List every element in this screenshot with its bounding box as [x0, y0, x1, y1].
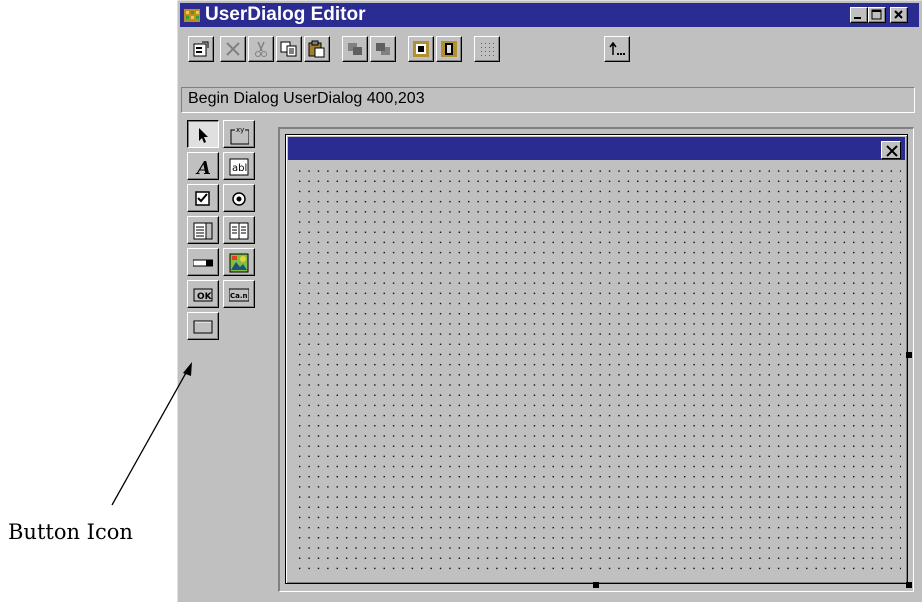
- arrow-pointer-icon: [199, 128, 208, 143]
- properties-icon: [193, 41, 209, 57]
- resize-handle-bottom[interactable]: [593, 582, 599, 588]
- pushbutton-tool[interactable]: [187, 312, 219, 340]
- grid-button[interactable]: [474, 36, 500, 62]
- groupbox-label: xy: [236, 126, 244, 134]
- send-to-back-button[interactable]: [370, 36, 396, 62]
- dropdown-tool[interactable]: [187, 248, 219, 276]
- groupbox-tool[interactable]: xy: [223, 120, 255, 148]
- cancel-tool-label: Ca.n: [230, 292, 248, 300]
- dialog-grid[interactable]: [292, 163, 901, 577]
- combobox-tool[interactable]: [223, 216, 255, 244]
- close-icon: [894, 10, 903, 19]
- text-tool-label: A: [195, 158, 211, 177]
- text-a-icon: A: [195, 158, 211, 177]
- picture-tool[interactable]: [223, 248, 255, 276]
- return-button[interactable]: [604, 36, 630, 62]
- bring-to-front-button[interactable]: [342, 36, 368, 62]
- cut-button[interactable]: [248, 36, 274, 62]
- resize-handle-corner[interactable]: [906, 582, 912, 588]
- listbox-tool[interactable]: [187, 216, 219, 244]
- dropdown-list-icon: [229, 222, 249, 240]
- paste-button[interactable]: [304, 36, 330, 62]
- dialog-title-bar[interactable]: [288, 137, 905, 160]
- send-to-back-icon: [376, 43, 390, 55]
- dialog-close-button[interactable]: [881, 141, 901, 159]
- copy-button[interactable]: [276, 36, 302, 62]
- maximize-button[interactable]: [868, 7, 886, 23]
- paste-icon: [308, 40, 325, 58]
- statement-text: Begin Dialog UserDialog 400,203: [188, 90, 425, 107]
- toolbox: xy A abl OK Ca.n: [187, 120, 267, 360]
- push-button-icon: [193, 320, 213, 334]
- toolbar: [180, 32, 919, 64]
- resize-handle-right[interactable]: [906, 352, 912, 358]
- radio-icon: [232, 192, 246, 206]
- bring-to-front-icon: [348, 43, 362, 55]
- copy-icon: [280, 41, 297, 57]
- grid-icon: [481, 43, 494, 56]
- checkbox-icon: [195, 191, 210, 206]
- cancelbutton-tool[interactable]: Ca.n: [223, 280, 255, 308]
- title-bar[interactable]: UserDialog Editor: [180, 3, 919, 27]
- delete-x-icon: [226, 42, 240, 56]
- textbox-tool-label: abl: [232, 163, 247, 174]
- window-title: UserDialog Editor: [205, 4, 366, 25]
- optionbutton-tool[interactable]: [223, 184, 255, 212]
- align-button[interactable]: [436, 36, 462, 62]
- listbox-icon: [193, 222, 213, 240]
- same-size-icon: [413, 41, 429, 57]
- callout-label: Button Icon: [8, 520, 133, 544]
- textbox-tool[interactable]: abl: [223, 152, 255, 180]
- ok-tool-label: OK: [197, 292, 213, 302]
- return-icon: [609, 41, 625, 55]
- same-size-button[interactable]: [408, 36, 434, 62]
- checkbox-tool[interactable]: [187, 184, 219, 212]
- minimize-icon: [854, 17, 861, 19]
- ok-button-icon: OK: [193, 288, 213, 302]
- okbutton-tool[interactable]: OK: [187, 280, 219, 308]
- text-tool[interactable]: A: [187, 152, 219, 180]
- textbox-icon: abl: [229, 158, 249, 176]
- close-icon: [886, 145, 898, 157]
- align-icon: [441, 41, 457, 57]
- user-dialog-preview[interactable]: [285, 134, 908, 584]
- dialog-properties-button[interactable]: [188, 36, 214, 62]
- maximize-icon: [871, 9, 882, 20]
- grid-app-icon: [184, 9, 200, 22]
- statement-field[interactable]: Begin Dialog UserDialog 400,203: [181, 87, 915, 113]
- scissors-icon: [255, 41, 267, 57]
- picture-icon: [229, 253, 249, 273]
- cancel-button-icon: Ca.n: [229, 288, 249, 302]
- delete-button[interactable]: [220, 36, 246, 62]
- dropdown-combo-icon: [193, 259, 213, 267]
- userdialog-editor-window: UserDialog Editor Begin Dialog UserDialo…: [177, 0, 922, 602]
- minimize-button[interactable]: [850, 7, 868, 23]
- select-tool[interactable]: [187, 120, 219, 148]
- close-button[interactable]: [890, 7, 908, 23]
- groupbox-icon: xy: [230, 126, 249, 145]
